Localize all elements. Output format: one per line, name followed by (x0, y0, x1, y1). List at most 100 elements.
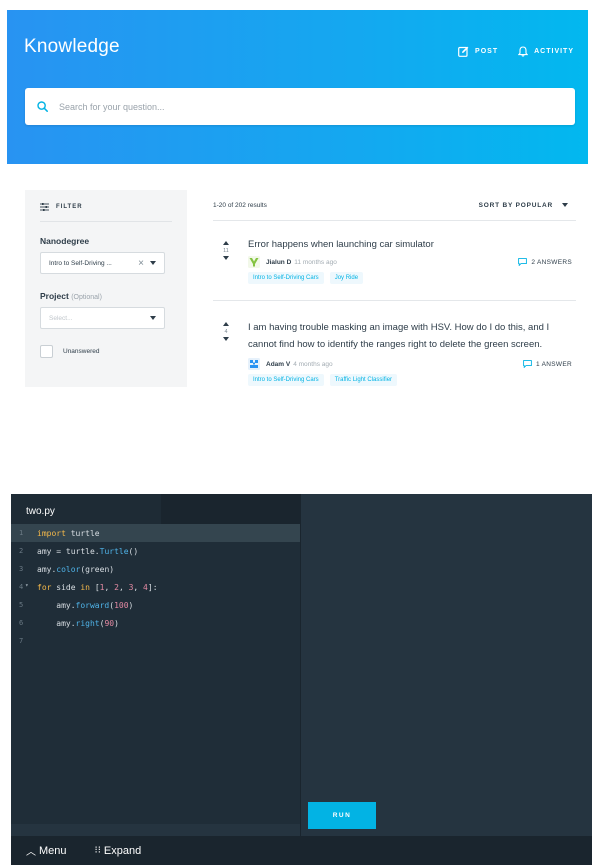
code-token: ]: (147, 582, 158, 592)
chevron-down-icon (562, 203, 568, 207)
run-button[interactable]: RUN (308, 802, 376, 829)
knowledge-header: Knowledge POST ACTIVITY (7, 10, 588, 164)
author-name[interactable]: Jialun D (266, 259, 291, 266)
code-token: turtle (65, 528, 100, 538)
fold-arrow-icon[interactable]: ▾ (25, 582, 29, 589)
code-token: , (104, 582, 115, 592)
sort-dropdown[interactable]: SORT BY POPULAR (479, 202, 568, 209)
code-token: , (133, 582, 144, 592)
code-area[interactable]: 1 import turtle 2 amy = turtle. Turtle() 3 a… (11, 524, 300, 824)
code-token: , (118, 582, 129, 592)
question-meta: Adam V 4 months ago 1 ANSWER (248, 358, 572, 370)
menu-button[interactable]: ︿ Menu (26, 843, 67, 859)
unanswered-label: Unanswered (63, 348, 100, 355)
line-number-cell: 4 ▾ (11, 582, 37, 591)
chevron-up-icon: ︿ (26, 847, 36, 858)
line-number: 1 (19, 529, 24, 537)
tab-two-py[interactable]: two.py (11, 494, 161, 524)
upvote-icon[interactable] (223, 241, 229, 245)
results-list: 1-20 of 202 results SORT BY POPULAR 11 E… (213, 190, 576, 386)
answers-count[interactable]: 1 ANSWER (523, 360, 572, 368)
line-number: 4 (19, 583, 24, 591)
question-meta: Jialun D 11 months ago 2 ANSWERS (248, 256, 572, 268)
code-token: (green) (80, 564, 115, 574)
code-token: side (51, 582, 81, 592)
code-token: color (56, 564, 81, 574)
project-placeholder: Select... (49, 314, 73, 322)
avatar (248, 256, 260, 268)
code-token: 90 (104, 618, 115, 628)
nanodegree-select[interactable]: Intro to Self-Driving ... × (40, 252, 165, 274)
code-token: ) (114, 618, 119, 628)
code-token: amy. (37, 618, 76, 628)
tag[interactable]: Intro to Self-Driving Cars (248, 374, 324, 386)
clear-icon[interactable]: × (138, 258, 144, 269)
expand-label: Expand (103, 844, 142, 857)
author-name[interactable]: Adam V (266, 361, 290, 368)
activity-button[interactable]: ACTIVITY (518, 46, 574, 57)
code-token: amy. (37, 600, 76, 610)
activity-label: ACTIVITY (534, 48, 574, 55)
page-title: Knowledge (24, 36, 120, 57)
tag[interactable]: Traffic Light Classifier (329, 374, 398, 386)
code-token: [ (90, 582, 100, 592)
question-title[interactable]: Error happens when launching car simulat… (248, 238, 572, 251)
menu-label: Menu (39, 844, 67, 857)
code-line[interactable]: 6 amy. right(90) (11, 614, 300, 632)
downvote-icon[interactable] (223, 337, 229, 341)
comment-icon (518, 258, 528, 266)
line-number: 2 (19, 547, 24, 555)
filter-panel: FILTER Nanodegree Intro to Self-Driving … (25, 190, 187, 387)
project-select[interactable]: Select... (40, 307, 165, 329)
project-label-row: Project (Optional) (40, 291, 172, 301)
chevron-down-icon[interactable] (150, 316, 156, 320)
code-line[interactable]: 3 amy. color (green) (11, 560, 300, 578)
code-line[interactable]: 1 import turtle (11, 524, 300, 542)
search-icon (37, 101, 48, 112)
chevron-down-icon[interactable] (150, 261, 156, 265)
bell-icon (518, 46, 529, 57)
vote-control: 11 (220, 241, 232, 260)
line-number: 3 (19, 565, 24, 573)
code-line[interactable]: 5 amy. forward(100) (11, 596, 300, 614)
search-bar[interactable] (25, 88, 575, 125)
downvote-icon[interactable] (223, 256, 229, 260)
question-title[interactable]: I am having trouble masking an image wit… (248, 319, 572, 353)
unanswered-checkbox[interactable] (40, 345, 53, 358)
project-label: Project (40, 291, 69, 301)
code-line[interactable]: 7 (11, 632, 300, 650)
vote-count: 11 (223, 248, 229, 254)
code-line[interactable]: 4 ▾ for side in [1, 2, 3, 4]: (11, 578, 300, 596)
tag[interactable]: Joy Ride (329, 272, 364, 284)
sort-label: SORT BY POPULAR (478, 201, 553, 209)
tab-bar-filler (161, 494, 300, 524)
upvote-icon[interactable] (223, 322, 229, 326)
code-line[interactable]: 2 amy = turtle. Turtle() (11, 542, 300, 560)
code-token: in (80, 582, 90, 592)
results-count: 1-20 of 202 results (213, 201, 267, 209)
post-button[interactable]: POST (458, 46, 498, 57)
results-header: 1-20 of 202 results SORT BY POPULAR (213, 190, 576, 221)
edit-icon (458, 46, 469, 57)
expand-button[interactable]: ⁝⁝ Expand (95, 845, 142, 857)
post-time: 11 months ago (294, 258, 337, 266)
code-token: ) (128, 600, 134, 610)
vote-count: 4 (224, 329, 228, 335)
code-token: Turtle (99, 546, 129, 556)
vote-control: 4 (220, 322, 232, 341)
code-token: for (37, 582, 52, 592)
code-token: import (37, 528, 66, 538)
search-input[interactable] (59, 101, 539, 112)
answers-count[interactable]: 2 ANSWERS (518, 258, 572, 266)
filter-header: FILTER (40, 192, 172, 222)
unanswered-row[interactable]: Unanswered (40, 345, 172, 358)
question-item: 11 Error happens when launching car simu… (213, 221, 576, 301)
tag[interactable]: Intro to Self-Driving Cars (248, 272, 324, 284)
question-item: 4 I am having trouble masking an image w… (213, 301, 576, 386)
code-token: amy. (37, 564, 57, 574)
code-token: right (75, 618, 100, 628)
code-editor: two.py 1 import turtle 2 amy = turtle. Turt… (11, 494, 592, 865)
post-label: POST (475, 48, 499, 55)
avatar (248, 358, 260, 370)
sliders-icon (40, 202, 49, 211)
